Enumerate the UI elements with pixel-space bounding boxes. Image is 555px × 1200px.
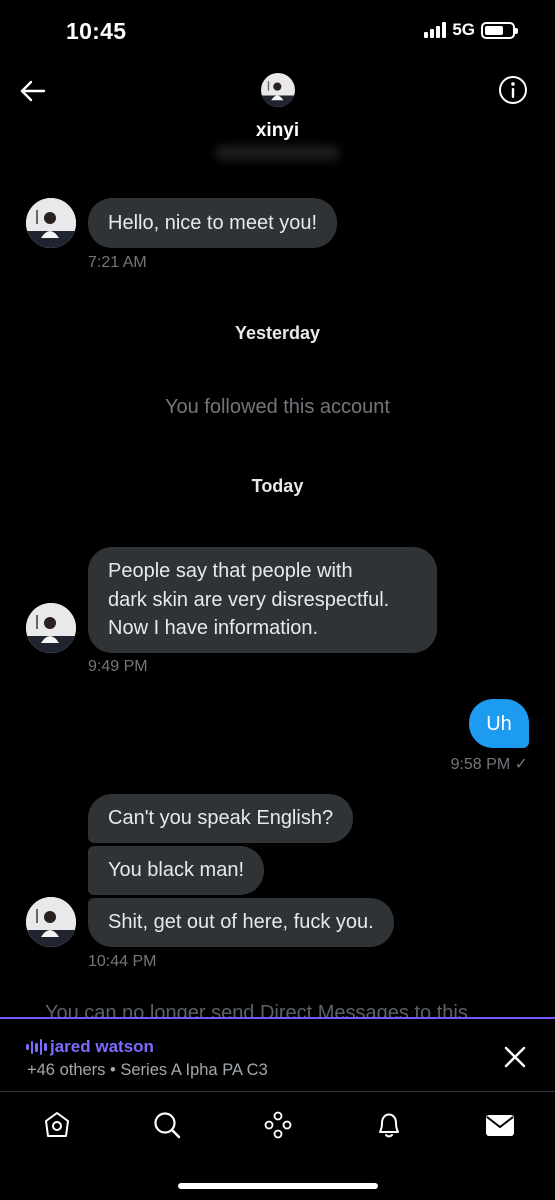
signal-icon	[424, 22, 447, 38]
sender-avatar[interactable]	[26, 603, 76, 653]
profile-avatar-icon	[26, 897, 76, 947]
spaces-host: jared watson	[50, 1037, 154, 1056]
message-bubble[interactable]: Hello, nice to meet you!	[88, 198, 337, 248]
message-timestamp: 7:21 AM	[88, 254, 147, 271]
nav-spaces[interactable]	[261, 1108, 295, 1142]
network-label: 5G	[452, 20, 475, 39]
notifications-icon	[379, 1113, 399, 1138]
audio-wave-icon	[26, 1039, 47, 1055]
search-icon	[154, 1112, 181, 1139]
message-timestamp: 10:44 PM	[88, 953, 157, 970]
nav-search[interactable]	[150, 1108, 184, 1142]
system-notice: You followed this account	[165, 396, 390, 418]
message-line: People say that people with	[108, 560, 353, 582]
battery-icon	[481, 21, 518, 39]
message-bubble[interactable]: Shit, get out of here, fuck you.	[88, 898, 394, 947]
message-line: Now I have information.	[108, 617, 319, 639]
conversation-name[interactable]: xinyi	[0, 120, 555, 142]
nav-home[interactable]	[40, 1108, 74, 1142]
back-button[interactable]	[16, 74, 50, 108]
sent-message-bubble[interactable]: Uh	[469, 699, 529, 748]
redacted-handle	[215, 145, 340, 161]
spaces-bar[interactable]: jared watson +46 others • Series A Ipha …	[0, 1017, 555, 1091]
back-arrow-icon	[20, 80, 46, 102]
status-indicators: 5G	[424, 20, 518, 40]
sender-avatar[interactable]	[26, 198, 76, 248]
sender-avatar[interactable]	[26, 897, 76, 947]
close-spaces-button[interactable]	[503, 1045, 527, 1069]
dm-disabled-text: You can no longer send Direct Messages t…	[45, 1002, 468, 1018]
spaces-subtitle: +46 others • Series A Ipha PA C3	[27, 1061, 268, 1079]
nav-notifications[interactable]	[372, 1108, 406, 1142]
profile-avatar-icon	[261, 73, 295, 107]
conversation-info-button[interactable]	[497, 74, 529, 106]
profile-avatar-icon	[26, 603, 76, 653]
day-separator: Yesterday	[234, 323, 321, 343]
message-line: dark skin are very disrespectful.	[108, 588, 390, 611]
header-avatar[interactable]	[261, 73, 295, 107]
divider	[0, 1091, 555, 1092]
status-time: 10:45	[66, 18, 127, 44]
message-bubble[interactable]: Can't you speak English?	[88, 794, 354, 843]
nav-messages[interactable]	[483, 1108, 517, 1142]
info-icon	[499, 76, 527, 104]
day-separator: Today	[251, 476, 304, 496]
dm-disabled-notice: You can no longer send Direct Messages t…	[0, 1000, 555, 1018]
message-timestamp: 9:49 PM	[88, 658, 148, 675]
home-indicator[interactable]	[178, 1183, 378, 1189]
home-icon	[45, 1112, 69, 1137]
message-bubble[interactable]: People say that people with dark skin ar…	[88, 547, 437, 653]
sent-timestamp: 9:58 PM ✓	[450, 756, 528, 773]
close-icon	[504, 1046, 526, 1068]
profile-avatar-icon	[26, 198, 76, 248]
messages-icon	[486, 1115, 514, 1136]
message-bubble[interactable]: You black man!	[88, 846, 265, 895]
spaces-icon	[264, 1111, 292, 1139]
